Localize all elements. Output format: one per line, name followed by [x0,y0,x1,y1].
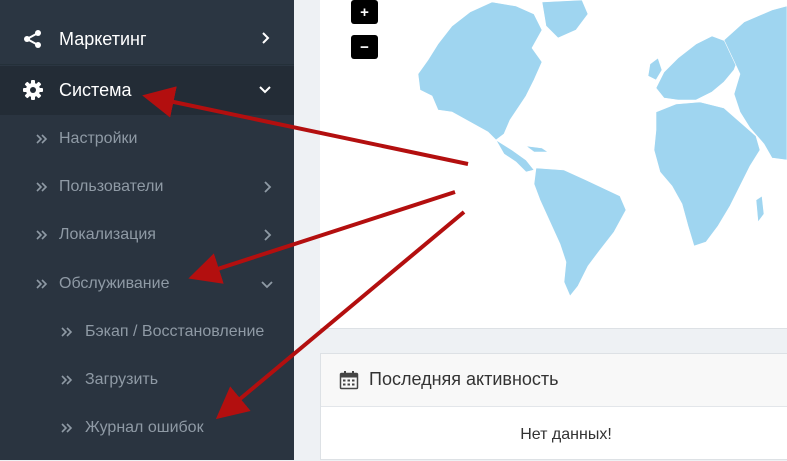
share-icon [24,30,41,48]
empty-state-text: Нет данных! [520,426,612,443]
map-greenland [541,0,589,39]
double-chevron-icon [36,182,48,192]
sidebar-item-label: Пользователи [59,178,164,195]
sidebar-item-marketing[interactable]: Маркетинг [0,15,294,65]
sidebar-item-label: Локализация [59,226,156,243]
map-north-america [417,1,543,141]
sidebar-item-label: Маркетинг [59,29,147,49]
sidebar-item-error-log[interactable]: Журнал ошибок [0,404,294,452]
sidebar-item-localization[interactable]: Локализация [0,211,294,259]
double-chevron-icon [36,279,48,289]
double-chevron-icon [61,423,73,433]
sidebar-item-system[interactable]: Система [0,66,294,116]
sidebar-item-label: Обслуживание [59,275,170,292]
sidebar-item-label: Настройки [59,130,138,147]
map-uk [647,57,663,81]
map-central-america [495,139,535,173]
world-map[interactable] [320,0,787,328]
recent-activity-header: Последняя активность [321,354,787,407]
map-south-america [533,167,627,297]
zoom-in-button[interactable]: + [351,0,378,24]
chevron-right-icon [264,229,272,241]
double-chevron-icon [36,134,48,144]
sidebar-item-maintenance[interactable]: Обслуживание [0,260,294,308]
chevron-right-icon [264,181,272,193]
chevron-right-icon [262,32,270,44]
sidebar-item-label: Журнал ошибок [85,419,204,436]
sidebar-item-label: Загрузить [85,371,159,388]
map-madagascar [755,195,765,223]
map-africa [653,101,761,247]
sidebar-item-label: Система [59,80,132,100]
recent-activity-panel: Последняя активность Нет данных! [320,353,787,460]
chevron-down-icon [261,281,273,289]
chevron-down-icon [259,86,271,94]
system-submenu: Настройки Пользователи Локализация Обслу… [0,115,294,460]
sidebar-item-settings[interactable]: Настройки [0,115,294,163]
calendar-icon [339,371,359,390]
sidebar: Маркетинг Система Настройки Пользователи… [0,0,294,460]
gear-icon [23,80,43,100]
double-chevron-icon [36,230,48,240]
recent-activity-body: Нет данных! [321,407,787,461]
sidebar-item-upload[interactable]: Загрузить [0,356,294,404]
zoom-out-button[interactable]: − [351,35,378,59]
double-chevron-icon [61,327,73,337]
double-chevron-icon [61,375,73,385]
sidebar-item-backup-restore[interactable]: Бэкап / Восстановление [0,308,294,356]
map-caribbean [524,145,549,153]
sidebar-item-label: Бэкап / Восстановление [85,323,265,340]
sidebar-item-users[interactable]: Пользователи [0,163,294,211]
recent-activity-title: Последняя активность [369,369,559,389]
